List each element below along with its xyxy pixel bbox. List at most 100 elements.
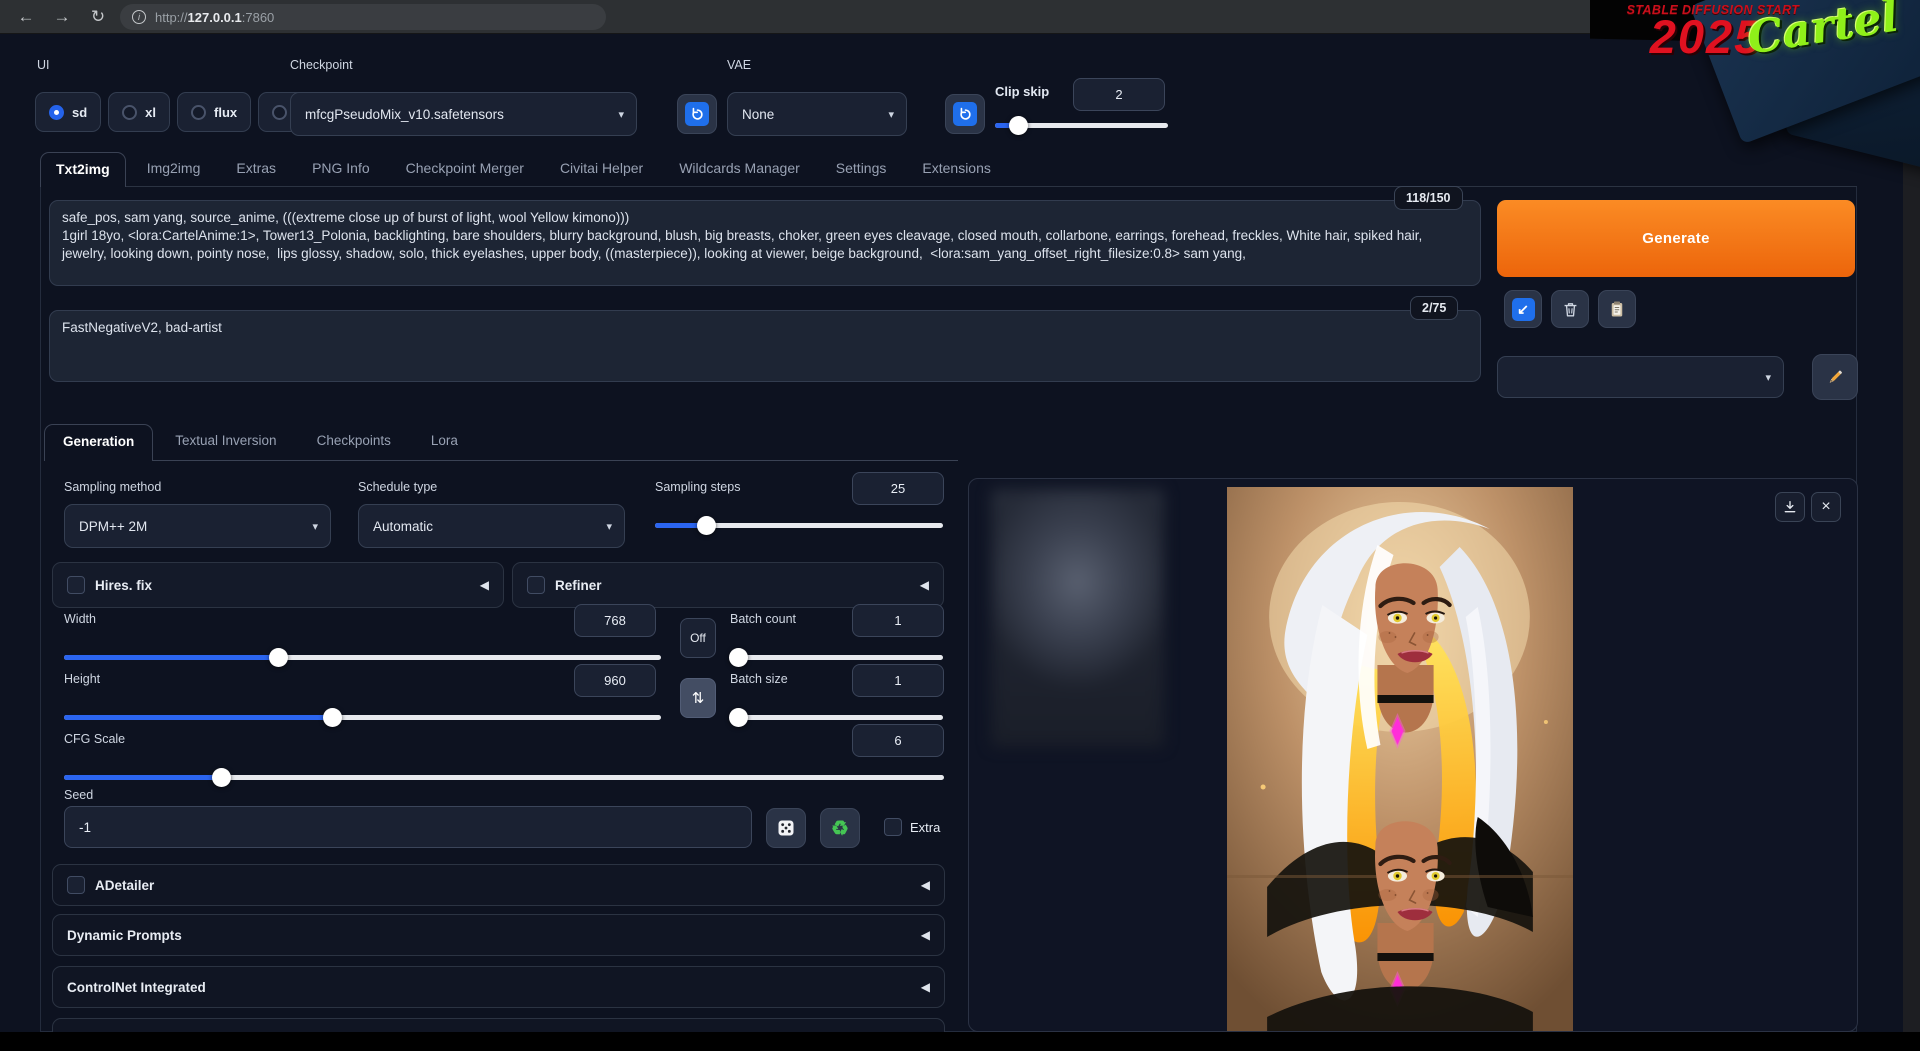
checkpoint-dropdown[interactable]: mfcgPseudoMix_v10.safetensors ▾: [290, 92, 637, 136]
hires-fix-panel[interactable]: Hires. fix ◀: [52, 562, 504, 608]
tab-extensions[interactable]: Extensions: [907, 152, 1005, 187]
forward-icon[interactable]: →: [48, 3, 76, 31]
ui-label: UI: [37, 58, 50, 72]
hires-fix-checkbox[interactable]: [67, 576, 85, 594]
radio-sd[interactable]: sd: [35, 92, 102, 132]
chevron-down-icon: ▾: [606, 520, 612, 533]
reload-icon[interactable]: ↻: [84, 3, 112, 31]
negative-prompt-input[interactable]: FastNegativeV2, bad-artist: [49, 310, 1481, 382]
batch-size-value[interactable]: [852, 664, 944, 697]
subtab-textual-inversion[interactable]: Textual Inversion: [157, 424, 294, 461]
refiner-checkbox[interactable]: [527, 576, 545, 594]
tab-png-info[interactable]: PNG Info: [297, 152, 385, 187]
collapse-left-icon[interactable]: ◀: [921, 878, 930, 892]
schedule-type-dropdown[interactable]: Automatic ▾: [358, 504, 625, 548]
download-image-button[interactable]: [1775, 492, 1805, 522]
collapse-left-icon[interactable]: ◀: [920, 578, 929, 592]
apply-styles-button[interactable]: [1598, 290, 1636, 328]
seed-input[interactable]: [64, 806, 752, 848]
address-bar[interactable]: i http://127.0.0.1:7860: [120, 4, 606, 30]
refresh-icon: [685, 102, 709, 126]
slider-handle[interactable]: [696, 516, 716, 535]
chevron-down-icon: ▾: [312, 520, 318, 533]
chevron-down-icon: ▾: [1765, 371, 1771, 384]
radio-xl[interactable]: xl: [108, 92, 171, 132]
tab-wildcards-manager[interactable]: Wildcards Manager: [664, 152, 815, 187]
refiner-panel[interactable]: Refiner ◀: [512, 562, 944, 608]
subtab-lora[interactable]: Lora: [413, 424, 476, 461]
adetailer-checkbox[interactable]: [67, 876, 85, 894]
tab-civitai-helper[interactable]: Civitai Helper: [545, 152, 658, 187]
cfg-scale-slider[interactable]: [64, 768, 944, 787]
vae-label: VAE: [727, 58, 752, 72]
radio-flux[interactable]: flux: [177, 92, 252, 132]
clip-skip-value[interactable]: [1073, 78, 1165, 111]
batch-size-label: Batch size: [730, 672, 788, 686]
generate-button[interactable]: Generate: [1497, 200, 1855, 277]
edit-styles-button[interactable]: [1812, 354, 1858, 400]
back-icon[interactable]: ←: [12, 3, 40, 31]
accordion-dynamic-prompts[interactable]: Dynamic Prompts ◀: [52, 914, 945, 956]
vae-dropdown[interactable]: None ▾: [727, 92, 907, 136]
styles-dropdown[interactable]: ▾: [1497, 356, 1784, 398]
tab-extras[interactable]: Extras: [221, 152, 291, 187]
vae-value: None: [742, 106, 775, 122]
close-image-button[interactable]: ×: [1811, 492, 1841, 522]
slider-handle[interactable]: [1009, 116, 1029, 135]
slider-handle[interactable]: [322, 708, 342, 727]
subtab-checkpoints[interactable]: Checkpoints: [299, 424, 409, 461]
checkpoint-label: Checkpoint: [290, 58, 353, 72]
trash-icon: [1564, 302, 1576, 317]
sampling-steps-slider[interactable]: [655, 516, 943, 535]
height-slider[interactable]: [64, 708, 661, 727]
refresh-vae-button[interactable]: [945, 94, 985, 134]
accordion-adetailer[interactable]: ADetailer ◀: [52, 864, 945, 906]
extra-seed-checkbox[interactable]: [884, 818, 902, 836]
swap-dimensions-button[interactable]: ⇅: [680, 678, 716, 718]
cfg-scale-value[interactable]: [852, 724, 944, 757]
tab-img2img[interactable]: Img2img: [132, 152, 216, 187]
width-value[interactable]: [574, 604, 656, 637]
scrollbar[interactable]: [1903, 34, 1920, 1051]
tab-settings[interactable]: Settings: [821, 152, 902, 187]
width-slider[interactable]: [64, 648, 661, 667]
collapse-left-icon[interactable]: ◀: [921, 980, 930, 994]
accordion-label: Dynamic Prompts: [67, 927, 182, 943]
accordion-kohya-hrfix[interactable]: Kohya HRFix Integrated ◀: [52, 1018, 945, 1032]
clear-prompt-button[interactable]: [1551, 290, 1589, 328]
sampling-method-label: Sampling method: [64, 480, 162, 494]
accordion-label: ADetailer: [95, 877, 155, 893]
collapse-left-icon[interactable]: ◀: [921, 928, 930, 942]
slider-handle[interactable]: [268, 648, 288, 667]
reuse-seed-button[interactable]: ♻: [820, 808, 860, 848]
random-seed-button[interactable]: [766, 808, 806, 848]
sampling-steps-value[interactable]: [852, 472, 944, 505]
slider-handle[interactable]: [728, 648, 748, 667]
clip-skip-label: Clip skip: [995, 84, 1050, 99]
subtab-generation[interactable]: Generation: [44, 424, 154, 461]
width-label: Width: [64, 612, 96, 626]
clip-skip-slider[interactable]: [995, 116, 1168, 135]
ui-radio-group: sd xl flux all: [35, 92, 324, 132]
paste-generation-params-button[interactable]: ↙: [1504, 290, 1542, 328]
prompt-tools: ↙: [1504, 290, 1636, 328]
accordion-controlnet[interactable]: ControlNet Integrated ◀: [52, 966, 945, 1008]
refresh-checkpoints-button[interactable]: [677, 94, 717, 134]
generated-image[interactable]: [1227, 487, 1573, 1032]
recycle-icon: ♻: [831, 817, 849, 840]
site-info-icon[interactable]: i: [132, 10, 146, 24]
tab-checkpoint-merger[interactable]: Checkpoint Merger: [391, 152, 539, 187]
slider-handle[interactable]: [212, 768, 232, 787]
aspect-ratio-off-button[interactable]: Off: [680, 618, 716, 658]
main-tab-bar: Txt2img Img2img Extras PNG Info Checkpoi…: [40, 152, 1006, 187]
sampling-method-value: DPM++ 2M: [79, 518, 148, 534]
batch-count-value[interactable]: [852, 604, 944, 637]
slider-handle[interactable]: [728, 708, 748, 727]
sampling-method-dropdown[interactable]: DPM++ 2M ▾: [64, 504, 331, 548]
prompt-input[interactable]: safe_pos, sam yang, source_anime, (((ext…: [49, 200, 1481, 286]
gallery-thumbnail[interactable]: [991, 489, 1164, 747]
radio-dot-icon: [191, 104, 207, 120]
collapse-left-icon[interactable]: ◀: [480, 578, 489, 592]
tab-txt2img[interactable]: Txt2img: [40, 152, 126, 187]
height-value[interactable]: [574, 664, 656, 697]
